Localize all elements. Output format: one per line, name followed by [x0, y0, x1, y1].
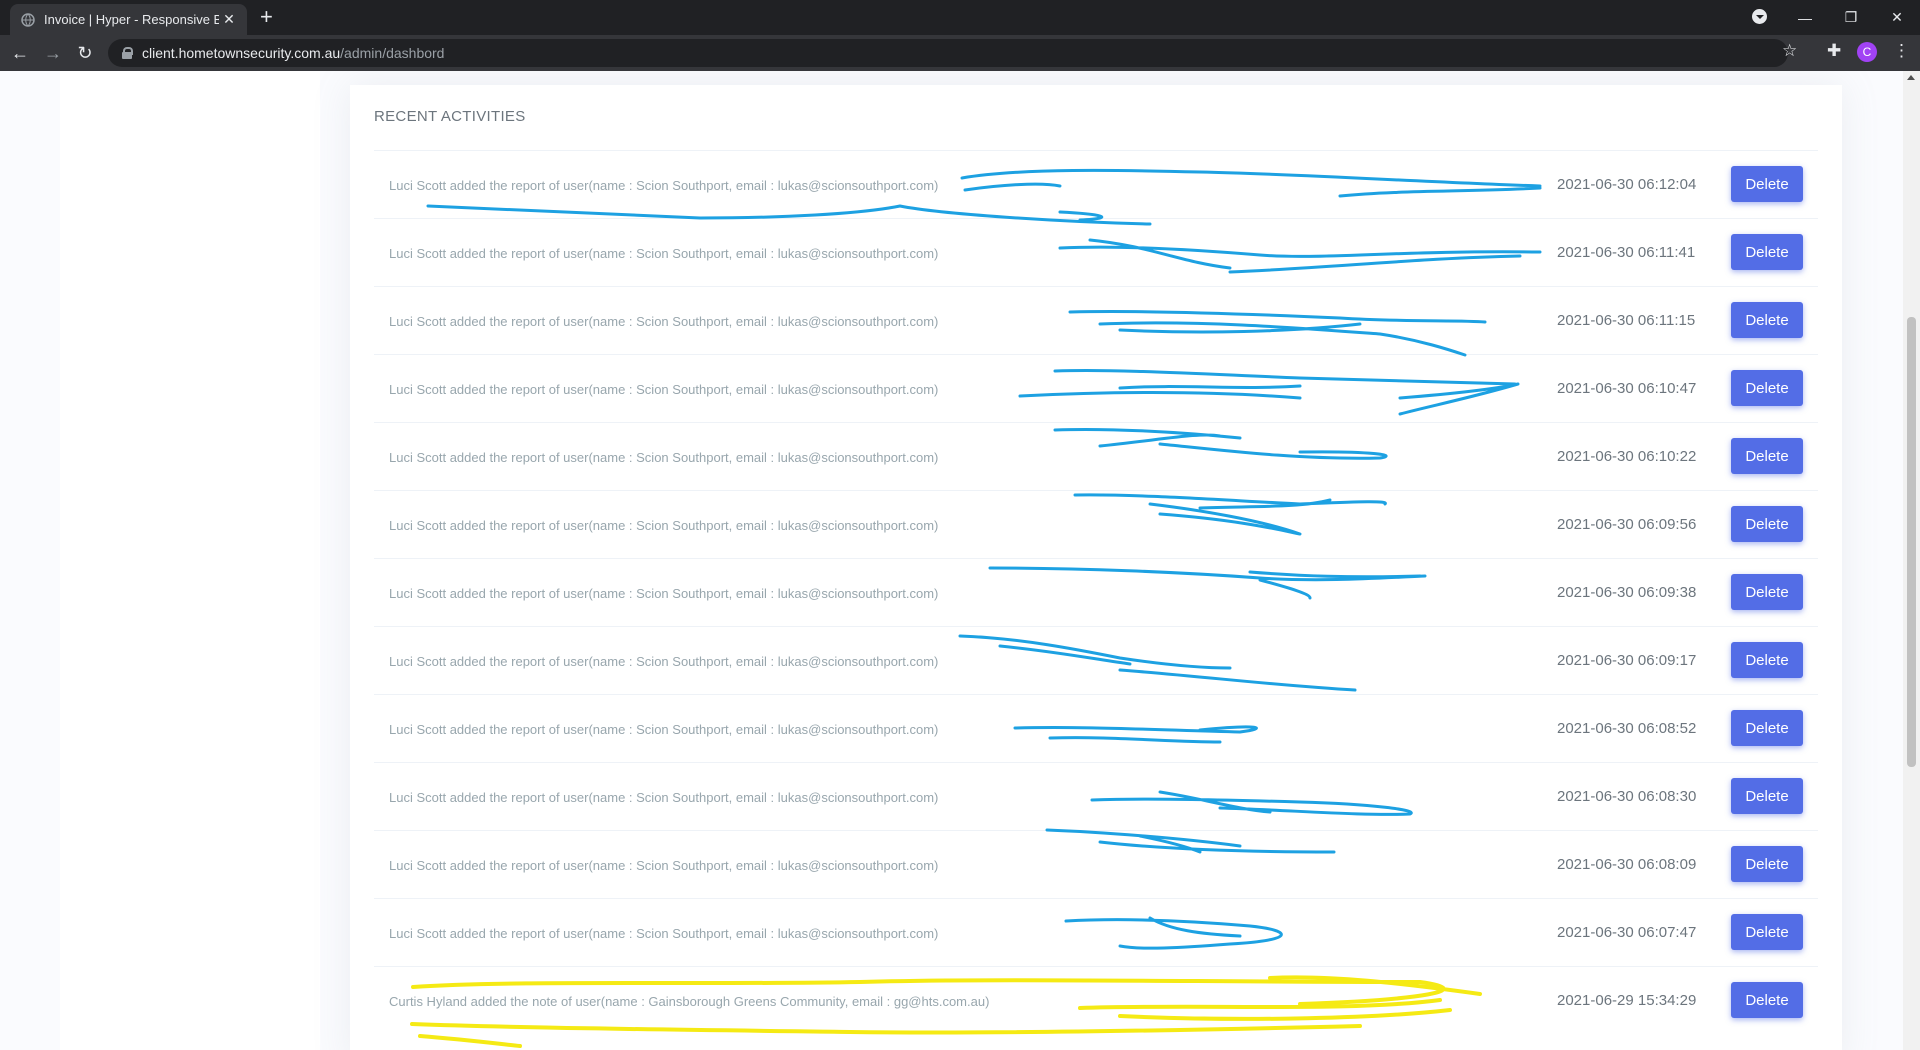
tab-close-icon[interactable]: ✕ — [219, 11, 239, 28]
activity-row: Luci Scott added the report of user(name… — [374, 694, 1818, 762]
activity-timestamp: 2021-06-30 06:07:47 — [1557, 924, 1697, 941]
reload-icon[interactable]: ↻ — [74, 42, 96, 64]
tab-title: Invoice | Hyper - Responsive Boo — [44, 12, 219, 27]
activity-timestamp: 2021-06-30 06:12:04 — [1557, 176, 1697, 193]
bookmark-star-icon[interactable]: ☆ — [1782, 41, 1797, 61]
browser-tab[interactable]: Invoice | Hyper - Responsive Boo ✕ — [10, 4, 247, 35]
delete-button[interactable]: Delete — [1731, 302, 1803, 338]
activity-timestamp: 2021-06-30 06:10:22 — [1557, 448, 1697, 465]
activity-timestamp: 2021-06-29 15:34:29 — [1557, 992, 1697, 1009]
activity-message: Luci Scott added the report of user(name… — [389, 518, 939, 533]
recent-activities-card: RECENT ACTIVITIES Luci Scott added the r… — [350, 85, 1842, 1050]
delete-button[interactable]: Delete — [1731, 234, 1803, 270]
activity-message: Luci Scott added the report of user(name… — [389, 858, 939, 873]
back-arrow-icon[interactable]: ← — [9, 42, 31, 64]
delete-button[interactable]: Delete — [1731, 642, 1803, 678]
scroll-up-arrow-icon[interactable] — [1907, 75, 1915, 80]
browser-toolbar: ← → ↻ client.hometownsecurity.com.au/adm… — [0, 35, 1920, 71]
activity-message: Curtis Hyland added the note of user(nam… — [389, 994, 990, 1009]
activity-timestamp: 2021-06-30 06:11:41 — [1557, 244, 1696, 261]
activity-message: Luci Scott added the report of user(name… — [389, 314, 939, 329]
activity-message: Luci Scott added the report of user(name… — [389, 586, 939, 601]
activity-message: Luci Scott added the report of user(name… — [389, 450, 939, 465]
window-controls: — ❐ ✕ — [1782, 0, 1920, 35]
activity-row: Luci Scott added the report of user(name… — [374, 218, 1818, 286]
tab-search-icon[interactable] — [1752, 9, 1767, 24]
lock-icon — [122, 47, 133, 59]
activity-row: Luci Scott added the report of user(name… — [374, 286, 1818, 354]
activity-row: Luci Scott added the report of user(name… — [374, 354, 1818, 422]
vertical-scrollbar[interactable] — [1903, 71, 1920, 1050]
activity-row: Luci Scott added the report of user(name… — [374, 898, 1818, 966]
restore-button[interactable]: ❐ — [1828, 9, 1874, 26]
activity-timestamp: 2021-06-30 06:08:09 — [1557, 856, 1697, 873]
activity-message: Luci Scott added the report of user(name… — [389, 246, 939, 261]
delete-button[interactable]: Delete — [1731, 438, 1803, 474]
activity-timestamp: 2021-06-30 06:11:15 — [1557, 312, 1696, 329]
delete-button[interactable]: Delete — [1731, 506, 1803, 542]
minimize-button[interactable]: — — [1782, 10, 1828, 26]
delete-button[interactable]: Delete — [1731, 710, 1803, 746]
delete-button[interactable]: Delete — [1731, 982, 1803, 1018]
profile-avatar[interactable]: C — [1857, 42, 1877, 62]
delete-button[interactable]: Delete — [1731, 370, 1803, 406]
activity-row: Luci Scott added the report of user(name… — [374, 830, 1818, 898]
activity-message: Luci Scott added the report of user(name… — [389, 926, 939, 941]
globe-icon — [21, 12, 35, 27]
activity-timestamp: 2021-06-30 06:09:38 — [1557, 584, 1697, 601]
activity-timestamp: 2021-06-30 06:09:56 — [1557, 516, 1697, 533]
left-sidebar — [60, 71, 320, 1050]
activity-message: Luci Scott added the report of user(name… — [389, 790, 939, 805]
card-title: RECENT ACTIVITIES — [374, 108, 526, 125]
delete-button[interactable]: Delete — [1731, 846, 1803, 882]
browser-tab-bar: Invoice | Hyper - Responsive Boo ✕ + — ❐… — [0, 0, 1920, 35]
address-bar[interactable]: client.hometownsecurity.com.au/admin/das… — [108, 39, 1788, 67]
delete-button[interactable]: Delete — [1731, 166, 1803, 202]
activity-row: Luci Scott added the report of user(name… — [374, 150, 1818, 218]
activity-row: Luci Scott added the report of user(name… — [374, 626, 1818, 694]
activity-message: Luci Scott added the report of user(name… — [389, 722, 939, 737]
activity-table: Luci Scott added the report of user(name… — [374, 150, 1818, 1034]
activity-message: Luci Scott added the report of user(name… — [389, 654, 939, 669]
activity-message: Luci Scott added the report of user(name… — [389, 382, 939, 397]
delete-button[interactable]: Delete — [1731, 914, 1803, 950]
activity-row: Luci Scott added the report of user(name… — [374, 490, 1818, 558]
activity-timestamp: 2021-06-30 06:10:47 — [1557, 380, 1697, 397]
url-path: /admin/dashbord — [340, 45, 445, 61]
activity-row: Luci Scott added the report of user(name… — [374, 762, 1818, 830]
delete-button[interactable]: Delete — [1731, 574, 1803, 610]
page-viewport: RECENT ACTIVITIES Luci Scott added the r… — [0, 71, 1903, 1050]
activity-message: Luci Scott added the report of user(name… — [389, 178, 939, 193]
activity-row: Luci Scott added the report of user(name… — [374, 558, 1818, 626]
delete-button[interactable]: Delete — [1731, 778, 1803, 814]
close-window-button[interactable]: ✕ — [1874, 9, 1920, 26]
browser-menu-icon[interactable]: ⋮ — [1893, 41, 1910, 61]
activity-row: Curtis Hyland added the note of user(nam… — [374, 966, 1818, 1034]
forward-arrow-icon[interactable]: → — [42, 42, 64, 64]
extensions-puzzle-icon[interactable]: ✚ — [1827, 41, 1841, 61]
scrollbar-thumb[interactable] — [1907, 317, 1916, 767]
activity-row: Luci Scott added the report of user(name… — [374, 422, 1818, 490]
new-tab-button[interactable]: + — [260, 6, 273, 28]
activity-timestamp: 2021-06-30 06:08:30 — [1557, 788, 1697, 805]
url-host: client.hometownsecurity.com.au — [142, 45, 341, 61]
activity-timestamp: 2021-06-30 06:08:52 — [1557, 720, 1697, 737]
activity-timestamp: 2021-06-30 06:09:17 — [1557, 652, 1697, 669]
